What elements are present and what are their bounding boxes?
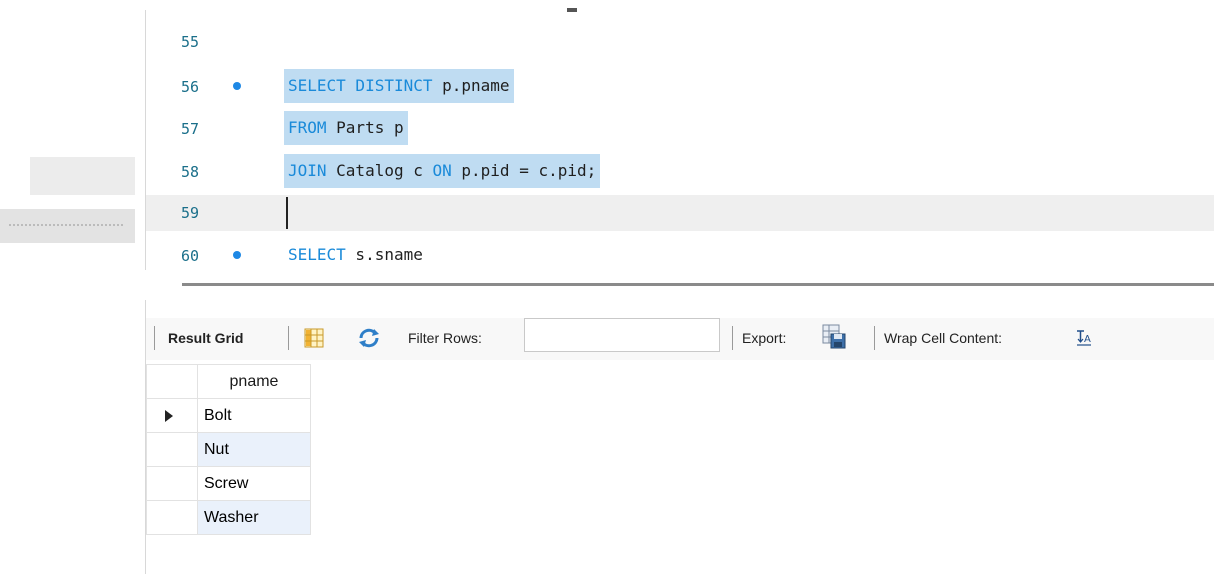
table-cell[interactable]: Nut	[197, 432, 311, 467]
column-header-pname[interactable]: pname	[197, 364, 311, 399]
identifier: s.sname	[345, 245, 423, 264]
editor-line[interactable]: 60 SELECT s.sname	[146, 238, 1214, 274]
keyword: SELECT DISTINCT	[288, 76, 433, 95]
keyword: ON	[432, 161, 452, 180]
text-caret	[286, 197, 288, 229]
line-number: 60	[181, 247, 200, 265]
line-number: 58	[181, 163, 200, 181]
result-toolbar: Result Grid Filter Rows: Export: Wrap Ce…	[146, 318, 1214, 360]
code-text: FROM Parts p	[284, 111, 408, 145]
table-cell[interactable]: Bolt	[197, 398, 311, 433]
row-indicator[interactable]	[146, 432, 198, 467]
toolbar-separator	[154, 326, 155, 350]
svg-text:A: A	[1084, 334, 1091, 345]
table-row[interactable]: Screw	[146, 466, 311, 501]
export-label: Export:	[742, 330, 787, 346]
result-grid-tab[interactable]: Result Grid	[168, 330, 243, 346]
filter-rows-input[interactable]	[524, 318, 720, 352]
row-indicator[interactable]	[146, 500, 198, 535]
toolbar-separator	[874, 326, 875, 350]
wrap-cell-content-label: Wrap Cell Content:	[884, 330, 1003, 346]
identifier: p.pid = c.pid;	[451, 161, 597, 180]
code-text: JOIN Catalog c ON p.pid = c.pid;	[284, 154, 601, 188]
line-number: 56	[181, 78, 200, 96]
line-number: 59	[181, 204, 200, 222]
table-row[interactable]: Nut	[146, 432, 311, 467]
table-cell[interactable]: Screw	[197, 466, 311, 501]
editor-line[interactable]: 58 JOIN Catalog c ON p.pid = c.pid;	[146, 154, 1214, 190]
editor-line[interactable]: 55	[146, 24, 1214, 60]
table-row[interactable]: Bolt	[146, 398, 311, 433]
table-row[interactable]: Washer	[146, 500, 311, 535]
identifier: Catalog c	[326, 161, 433, 180]
toolbar-separator	[732, 326, 733, 350]
keyword: FROM	[288, 118, 327, 137]
line-number: 55	[181, 33, 200, 51]
keyword: JOIN	[288, 161, 327, 180]
row-indicator-header	[146, 364, 198, 399]
keyword: SELECT	[288, 245, 346, 264]
row-indicator[interactable]	[146, 398, 198, 433]
grid-header-row: pname	[146, 364, 311, 399]
toolbar-separator	[288, 326, 289, 350]
editor-results-divider[interactable]	[182, 283, 1214, 286]
code-text: SELECT s.sname	[284, 238, 427, 272]
identifier: p.pname	[432, 76, 510, 95]
editor-line[interactable]: 57 FROM Parts p	[146, 111, 1214, 147]
left-panel-tab[interactable]	[30, 157, 135, 195]
filter-rows-label: Filter Rows:	[408, 330, 482, 346]
grid-layout-icon[interactable]	[304, 328, 324, 348]
row-indicator[interactable]	[146, 466, 198, 501]
splitter-grip[interactable]	[8, 223, 123, 227]
code-text: SELECT DISTINCT p.pname	[284, 69, 514, 103]
line-number: 57	[181, 120, 200, 138]
table-cell[interactable]: Washer	[197, 500, 311, 535]
editor-line[interactable]: 56 SELECT DISTINCT p.pname	[146, 69, 1214, 105]
statement-marker-icon	[233, 251, 241, 259]
export-icon[interactable]	[822, 324, 846, 350]
wrap-text-icon[interactable]: A	[1076, 330, 1092, 346]
top-artifact	[567, 8, 577, 12]
statement-marker-icon	[233, 82, 241, 90]
panel-splitter[interactable]	[0, 209, 135, 243]
identifier: Parts p	[326, 118, 404, 137]
result-grid[interactable]: pname Bolt Nut Screw Washer	[146, 364, 311, 535]
current-row-arrow-icon	[165, 410, 173, 422]
refresh-icon[interactable]	[358, 328, 380, 348]
editor-line-current[interactable]: 59	[146, 195, 1214, 231]
